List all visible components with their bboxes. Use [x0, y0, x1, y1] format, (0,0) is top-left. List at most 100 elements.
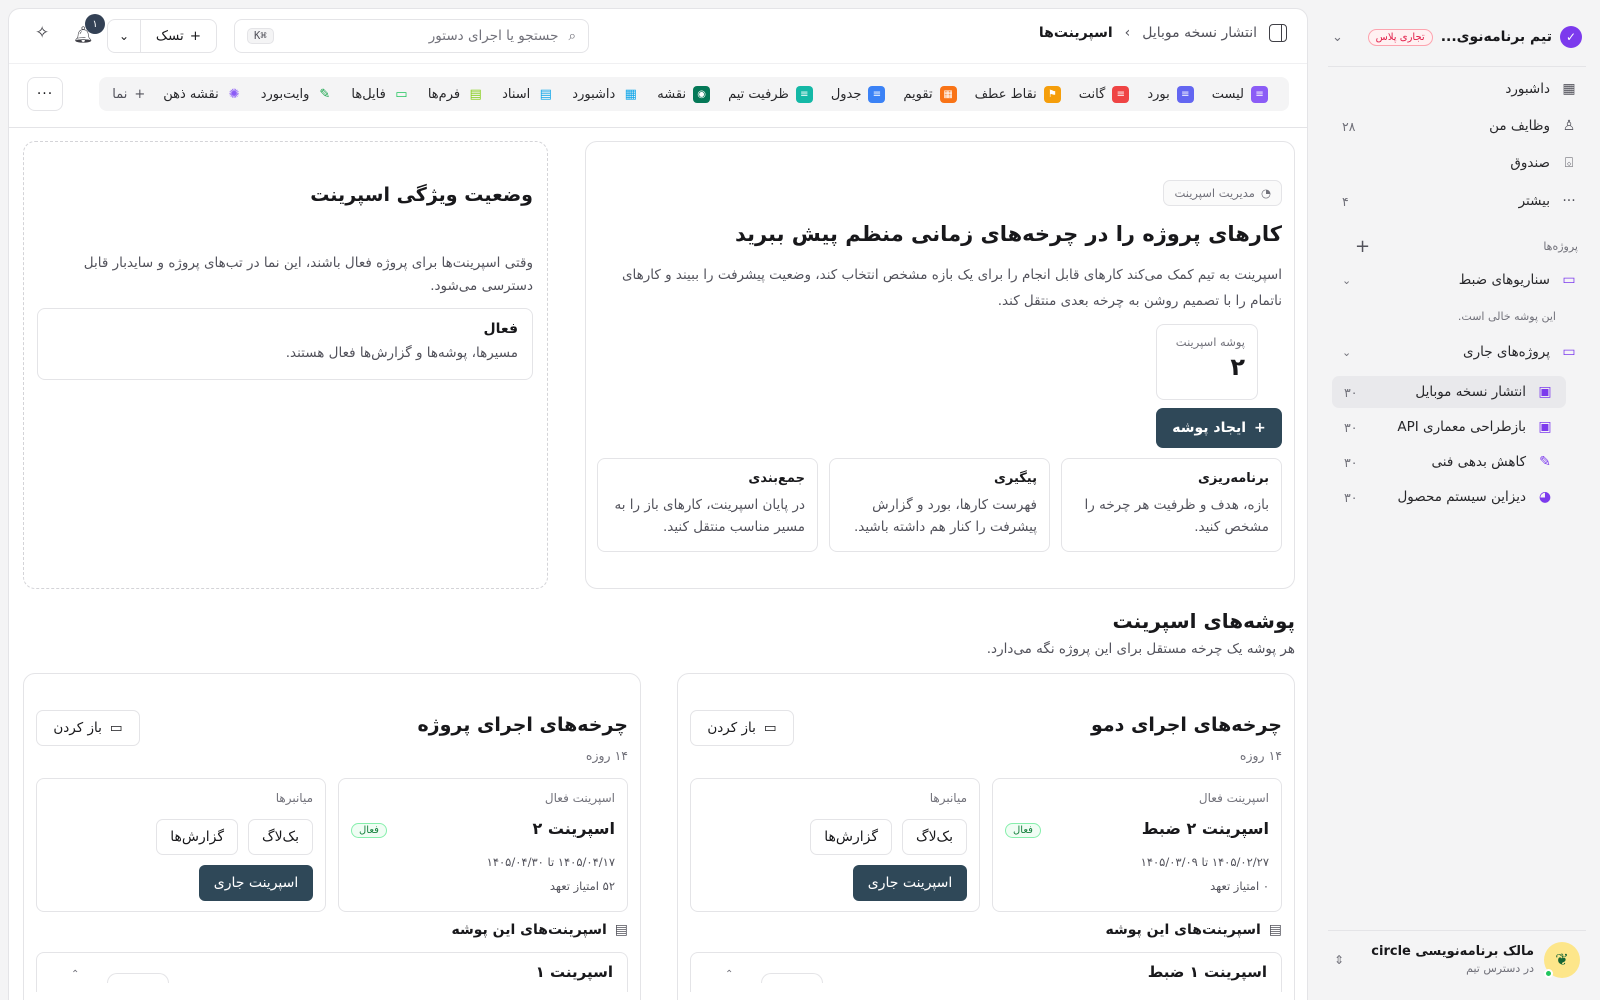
add-view-button[interactable]: + نما	[103, 87, 154, 102]
sidebar-project-mobile-release[interactable]: ▣ انتشار نسخه موبایل ۳۰	[1332, 376, 1566, 408]
tab-view-0[interactable]: ≡ لیست	[1203, 85, 1277, 103]
reports-button[interactable]: گزارش‌ها	[156, 819, 239, 855]
folder-icon: ▭	[1562, 344, 1576, 360]
folder-title: چرخه‌های اجرای پروژه	[417, 714, 628, 736]
tab-view-3[interactable]: ⚑ نقاط عطف	[966, 85, 1070, 103]
sidebar-item-label: بیشتر	[1518, 193, 1550, 209]
inbox-icon: ⌺	[1564, 155, 1574, 171]
tab-view-13[interactable]: ✺ نقشه ذهن	[154, 86, 251, 103]
create-folder-button[interactable]: + ایجاد پوشه	[1156, 408, 1282, 448]
tab-view-10[interactable]: ▤ فرم‌ها	[419, 86, 493, 103]
sprint-name: اسپرینت ۱	[535, 963, 613, 981]
user-menu[interactable]: ❦ مالک برنامه‌نویسی circle در دسترس تیم …	[1328, 930, 1586, 988]
project-count: ۳۰	[1344, 384, 1358, 400]
open-folder-button[interactable]: ▭ باز کردن	[690, 710, 794, 746]
open-label: باز کردن	[707, 720, 756, 736]
user-icon: ♙	[1562, 118, 1576, 134]
tab-view-5[interactable]: ≡ جدول	[822, 85, 895, 103]
more-views-button[interactable]: ···	[27, 77, 63, 111]
chevron-down-icon: ⌄	[118, 29, 130, 43]
sidebar-project-tech-debt[interactable]: ✎ کاهش بدهی فنی ۳۰	[1332, 446, 1566, 478]
divider	[9, 63, 1307, 64]
capacity-icon: ≡	[795, 85, 813, 103]
new-task-dropdown[interactable]: ⌄	[108, 20, 140, 52]
new-task-main[interactable]: + تسک	[140, 20, 216, 52]
sprint-folder-card: چرخه‌های اجرای پروژه ۱۴ روزه ▭ باز کردن …	[23, 673, 641, 1000]
form-icon: ▤	[469, 86, 482, 102]
status-badge	[107, 973, 169, 983]
team-switcher[interactable]: ✓ تیم برنامه‌نوی... تجاری پلاس ⌄	[1332, 18, 1582, 56]
search-input[interactable]: ⌕ جستجو یا اجرای دستور ⌘K	[234, 19, 589, 53]
tab-label: نقشه	[657, 86, 687, 102]
chip-label: مدیریت اسپرینت	[1174, 186, 1255, 200]
folder-title: چرخه‌های اجرای دمو	[1090, 714, 1282, 736]
sparkle-icon[interactable]: ✧	[35, 23, 49, 43]
sidebar-project-design-system[interactable]: ◕ دیزاین سیستم محصول ۳۰	[1332, 481, 1566, 513]
shortcuts-label: میانبرها	[275, 791, 313, 805]
tab-view-4[interactable]: ▦ تقویم	[894, 85, 965, 103]
tab-view-2[interactable]: ≡ گانت	[1070, 85, 1139, 103]
sidebar-folder-recordings[interactable]: ▭ سناریوهای ضبط ⌄	[1336, 266, 1578, 294]
current-sprint-button[interactable]: اسپرینت جاری	[853, 865, 967, 901]
tab-view-11[interactable]: ▭ فایل‌ها	[342, 86, 418, 103]
backlog-button[interactable]: بک‌لاگ	[902, 819, 967, 855]
sidebar-item-count: ۲۸	[1342, 118, 1356, 134]
sidebar-toggle-icon[interactable]	[1269, 24, 1287, 42]
team-logo-icon: ✓	[1560, 26, 1582, 48]
sidebar-item-inbox[interactable]: ⌺ صندوق	[1338, 148, 1578, 178]
project-count: ۳۰	[1344, 419, 1358, 435]
avatar: ❦	[1544, 941, 1580, 978]
open-folder-button[interactable]: ▭ باز کردن	[36, 710, 140, 746]
stat-label: پوشه اسپرینت	[1175, 335, 1245, 349]
status-badge: فعال	[351, 823, 387, 838]
table-icon: ≡	[868, 85, 886, 103]
chevron-down-icon: ⌄	[1332, 29, 1343, 45]
tab-view-6[interactable]: ≡ ظرفیت تیم	[719, 85, 822, 103]
project-count: ۳۰	[1344, 454, 1358, 470]
chevron-up-icon[interactable]: ⌃	[725, 969, 733, 980]
tab-view-7[interactable]: ◉ نقشه	[648, 85, 719, 103]
tab-view-9[interactable]: ▤ اسناد	[493, 86, 563, 103]
tab-view-8[interactable]: ▦ داشبورد	[563, 86, 648, 103]
sidebar-item-dashboard[interactable]: ▦ داشبورد	[1338, 74, 1578, 104]
sprint-dates: ۱۴۰۵/۰۴/۱۷ تا ۱۴۰۵/۰۴/۳۰	[486, 855, 615, 869]
active-sprint-card[interactable]: اسپرینت فعال اسپرینت ۲ ضبط فعال ۱۴۰۵/۰۲/…	[992, 778, 1282, 912]
new-task-button[interactable]: + تسک ⌄	[107, 19, 217, 53]
reports-button[interactable]: گزارش‌ها	[810, 819, 893, 855]
sprint-folder-card: چرخه‌های اجرای دمو ۱۴ روزه ▭ باز کردن اس…	[677, 673, 1295, 1000]
calendar-icon: ▦	[939, 85, 957, 103]
tab-view-12[interactable]: ✎ وایت‌بورد	[252, 86, 343, 103]
active-sprint-label: اسپرینت فعال	[544, 791, 615, 805]
add-project-icon[interactable]: +	[1355, 236, 1370, 257]
sprint-name: اسپرینت ۲	[532, 819, 615, 838]
sprint-list-item[interactable]: اسپرینت ۱ ضبط ⌃	[690, 952, 1282, 992]
breadcrumb-parent[interactable]: انتشار نسخه موبایل	[1142, 25, 1257, 41]
folder-label: پروژه‌های جاری	[1463, 344, 1550, 360]
current-sprint-button[interactable]: اسپرینت جاری	[199, 865, 313, 901]
feature-status-card: وضعیت ویژگی اسپرینت وقتی اسپرینت‌ها برای…	[23, 141, 548, 589]
sprint-list-item[interactable]: اسپرینت ۱ ⌃	[36, 952, 628, 992]
tab-label: فایل‌ها	[351, 86, 386, 102]
feature-status-title: وضعیت ویژگی اسپرینت	[310, 184, 533, 206]
search-placeholder: جستجو یا اجرای دستور	[428, 28, 559, 44]
tab-view-1[interactable]: ≡ بورد	[1138, 85, 1202, 103]
sidebar-project-api-redesign[interactable]: ▣ بازطراحی معماری API ۳۰	[1332, 411, 1566, 443]
sidebar-item-more[interactable]: ··· بیشتر ۴	[1338, 186, 1578, 216]
online-status-dot	[1544, 968, 1553, 978]
active-sprint-card[interactable]: اسپرینت فعال اسپرینت ۲ فعال ۱۴۰۵/۰۴/۱۷ ت…	[338, 778, 628, 912]
divider	[9, 127, 1307, 128]
shortcuts-card: میانبرها بک‌لاگ گزارش‌ها اسپرینت جاری	[690, 778, 980, 912]
sidebar-folder-current-projects[interactable]: ▭ پروژه‌های جاری ⌄	[1336, 338, 1578, 366]
chevron-up-icon[interactable]: ⌃	[71, 969, 79, 980]
sprint-name: اسپرینت ۲ ضبط	[1141, 819, 1269, 838]
gantt-icon: ≡	[1112, 85, 1130, 103]
chevron-left-icon: ›	[1124, 25, 1131, 41]
step-description: فهرست کارها، بورد و گزارش پیشرفت را کنار…	[853, 497, 1037, 535]
feature-state-title: فعال	[483, 321, 518, 337]
status-badge: فعال	[1005, 823, 1041, 838]
backlog-button[interactable]: بک‌لاگ	[248, 819, 313, 855]
more-icon: ···	[1562, 193, 1576, 209]
open-label: باز کردن	[53, 720, 102, 736]
plant-icon: ❦	[1555, 950, 1569, 969]
sidebar-item-my-tasks[interactable]: ♙ وظایف من ۲۸	[1338, 111, 1578, 141]
